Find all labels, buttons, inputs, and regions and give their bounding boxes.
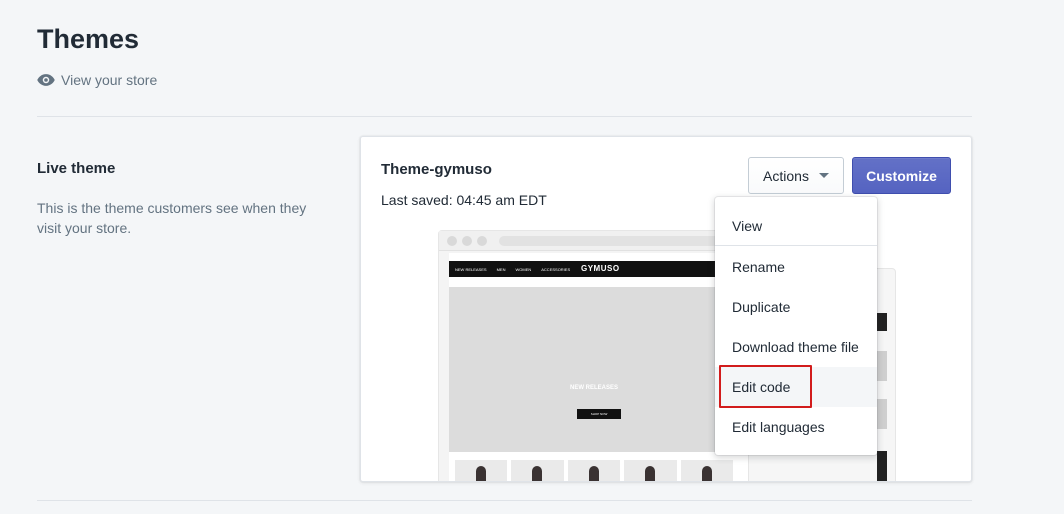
menu-item-edit-languages[interactable]: Edit languages (715, 407, 877, 447)
section-divider-top (37, 116, 972, 117)
actions-dropdown-menu: View Rename Duplicate Download theme fil… (715, 197, 877, 455)
live-theme-description: This is the theme customers see when the… (37, 200, 307, 236)
actions-button[interactable]: Actions (748, 157, 844, 194)
section-divider-bottom (37, 500, 972, 501)
site-nav-item: ACCESSORIES (541, 266, 571, 272)
view-store-link[interactable]: View your store (37, 72, 157, 88)
browser-bar (439, 231, 737, 251)
site-logo: GYMUSO (581, 264, 620, 273)
site-preview: NEW RELEASES MEN WOMEN ACCESSORIES GYMUS… (449, 253, 739, 481)
customize-button[interactable]: Customize (852, 157, 951, 194)
site-nav: NEW RELEASES MEN WOMEN ACCESSORIES GYMUS… (449, 261, 739, 277)
site-nav-item: MEN (496, 266, 506, 272)
live-theme-heading: Live theme (37, 160, 116, 177)
actions-label: Actions (763, 167, 809, 184)
caret-down-icon (818, 173, 829, 178)
menu-item-download-theme-file[interactable]: Download theme file (715, 327, 877, 367)
menu-item-duplicate[interactable]: Duplicate (715, 287, 877, 327)
hero-title: NEW RELEASES (569, 385, 618, 391)
menu-item-rename[interactable]: Rename (715, 247, 877, 287)
menu-item-edit-code[interactable]: Edit code (715, 367, 877, 407)
desktop-preview: NEW RELEASES MEN WOMEN ACCESSORIES GYMUS… (438, 230, 739, 481)
site-nav-item: NEW RELEASES (455, 266, 487, 272)
eye-icon (37, 74, 55, 86)
product-thumbnails (449, 460, 739, 481)
last-saved: Last saved: 04:45 am EDT (381, 192, 547, 208)
hero-button: SHOP NOW (577, 409, 621, 419)
theme-name: Theme-gymuso (381, 161, 492, 178)
site-nav-item: WOMEN (515, 266, 532, 272)
page-title: Themes (37, 24, 140, 54)
theme-card: Theme-gymuso Last saved: 04:45 am EDT Ac… (360, 136, 972, 482)
menu-separator (715, 245, 877, 246)
site-hero: NEW RELEASES SHOP NOW (449, 287, 739, 452)
view-store-label[interactable]: View your store (61, 72, 157, 88)
menu-item-view[interactable]: View (715, 206, 877, 246)
